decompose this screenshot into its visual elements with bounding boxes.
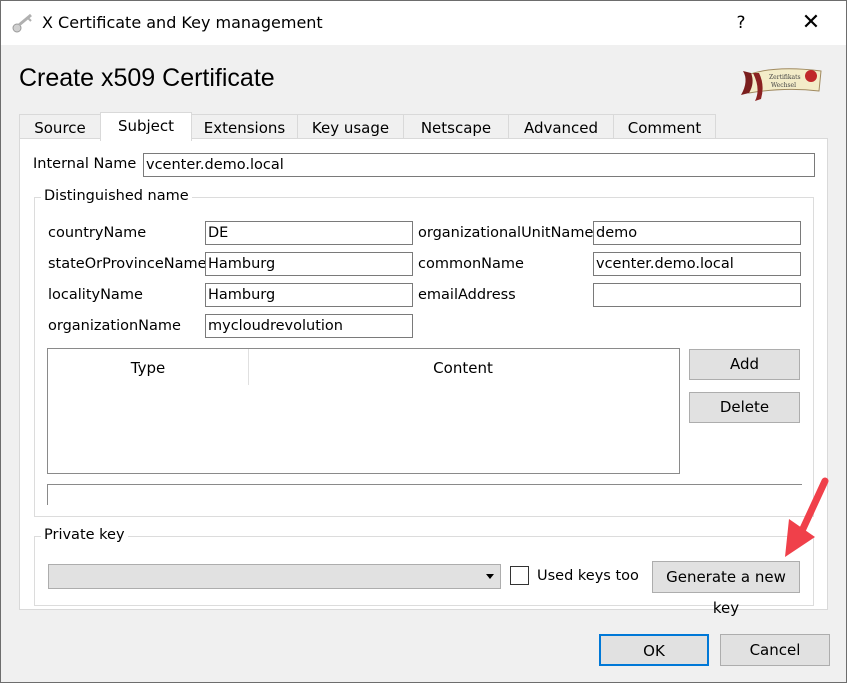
tab-source[interactable]: Source (19, 114, 101, 139)
tab-comment[interactable]: Comment (613, 114, 716, 139)
window-title: X Certificate and Key management (42, 13, 323, 32)
distinguished-name-title: Distinguished name (41, 188, 192, 204)
dropdown-arrow-icon (486, 574, 494, 579)
help-button[interactable]: ? (718, 7, 764, 39)
tab-netscape[interactable]: Netscape (403, 114, 509, 139)
add-button[interactable]: Add (689, 349, 800, 380)
locality-input[interactable]: Hamburg (205, 283, 413, 307)
tab-advanced[interactable]: Advanced (508, 114, 614, 139)
column-header-type[interactable]: Type (48, 349, 249, 385)
generate-new-key-button[interactable]: Generate a new key (652, 561, 800, 617)
org-unit-label: organizationalUnitName (418, 225, 594, 241)
email-label: emailAddress (418, 287, 516, 303)
tab-extensions[interactable]: Extensions (191, 114, 298, 139)
private-key-select[interactable] (48, 564, 501, 589)
ok-button[interactable]: OK (599, 634, 709, 666)
certificate-scroll-logo: Zertifikats Wechsel (741, 68, 822, 101)
state-input[interactable]: Hamburg (205, 252, 413, 276)
country-name-input[interactable]: DE (205, 221, 413, 245)
used-keys-label[interactable]: Used keys too (537, 568, 639, 584)
column-header-content[interactable]: Content (248, 349, 678, 385)
state-label: stateOrProvinceName (48, 256, 207, 272)
organization-label: organizationName (48, 318, 181, 334)
common-name-label: commonName (418, 256, 524, 272)
tab-key-usage[interactable]: Key usage (297, 114, 404, 139)
svg-text:Zertifikats: Zertifikats (769, 74, 801, 81)
common-name-input[interactable]: vcenter.demo.local (593, 252, 801, 276)
tab-subject[interactable]: Subject (100, 112, 192, 141)
title-bar: X Certificate and Key management ? ✕ (1, 1, 846, 45)
internal-name-input[interactable]: vcenter.demo.local (143, 153, 815, 177)
org-unit-input[interactable]: demo (593, 221, 801, 245)
key-icon (12, 13, 32, 33)
cancel-button[interactable]: Cancel (720, 634, 830, 666)
private-key-group: Private key Used keys too Generate a new… (34, 527, 814, 617)
private-key-title: Private key (41, 527, 128, 543)
close-button[interactable]: ✕ (786, 7, 836, 39)
extra-dn-table[interactable]: Type Content (47, 348, 680, 474)
distinguished-name-group: Distinguished name countryName DE stateO… (34, 188, 814, 517)
annotation-arrow-icon (785, 477, 829, 557)
dn-preview-line (47, 484, 802, 505)
dialog-heading: Create x509 Certificate (19, 64, 275, 92)
svg-text:Wechsel: Wechsel (771, 82, 796, 89)
email-input[interactable] (593, 283, 801, 307)
internal-name-label: Internal Name (33, 156, 137, 172)
used-keys-checkbox[interactable] (510, 566, 529, 585)
organization-input[interactable]: mycloudrevolution (205, 314, 413, 338)
subject-tab-panel: Internal Name vcenter.demo.local Disting… (19, 138, 828, 617)
locality-label: localityName (48, 287, 143, 303)
country-name-label: countryName (48, 225, 147, 241)
dialog-window: X Certificate and Key management ? ✕ Cre… (0, 0, 847, 683)
delete-button[interactable]: Delete (689, 392, 800, 423)
